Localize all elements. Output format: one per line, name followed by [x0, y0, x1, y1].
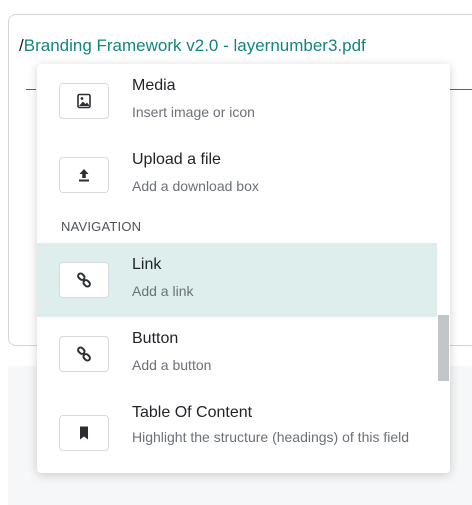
file-path: /Branding Framework v2.0 - layernumber3.…	[19, 36, 366, 56]
menu-item-upload[interactable]: Upload a file Add a download box	[37, 138, 437, 212]
menu-item-button[interactable]: Button Add a button	[37, 317, 437, 391]
section-header-navigation: NAVIGATION	[61, 219, 142, 234]
menu-item-title: Link	[132, 256, 162, 273]
menu-item-title: Table Of Content	[132, 404, 253, 421]
insert-menu: Media Insert image or icon Upload a file…	[37, 64, 450, 473]
menu-item-description: Add a button	[132, 357, 212, 373]
menu-item-title: Upload a file	[132, 151, 221, 168]
link-icon	[59, 262, 109, 298]
menu-item-link[interactable]: Link Add a link	[37, 243, 437, 317]
image-icon	[59, 83, 109, 119]
menu-item-title: Media	[132, 77, 176, 94]
menu-item-description: Add a download box	[132, 178, 259, 194]
menu-item-media[interactable]: Media Insert image or icon	[37, 64, 437, 138]
menu-item-title: Button	[132, 330, 179, 347]
menu-item-description: Highlight the structure (headings) of th…	[132, 429, 410, 445]
menu-item-description: Add a link	[132, 283, 194, 299]
menu-item-description: Insert image or icon	[132, 104, 255, 120]
scrollbar-thumb[interactable]	[438, 315, 449, 381]
file-link[interactable]: Branding Framework v2.0 - layernumber3.p…	[24, 36, 366, 55]
scrollbar-track[interactable]	[437, 64, 450, 473]
accent-rule	[26, 89, 36, 90]
upload-icon	[59, 157, 109, 193]
link-icon	[59, 336, 109, 372]
menu-item-table-of-content[interactable]: Table Of Content Highlight the structure…	[37, 391, 437, 473]
bookmark-icon	[59, 415, 109, 451]
